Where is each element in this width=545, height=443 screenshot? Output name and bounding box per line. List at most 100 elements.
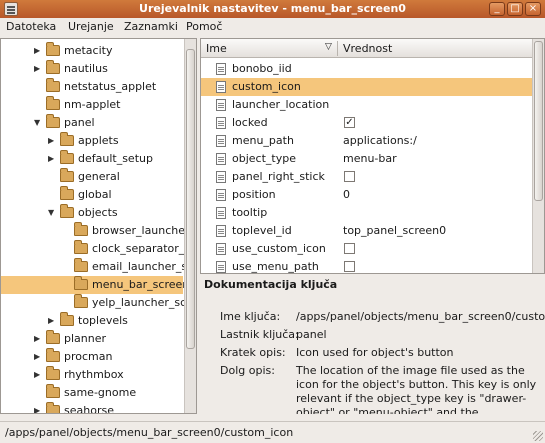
collapse-arrow-icon[interactable]: ▼ bbox=[48, 208, 57, 217]
tree-item-yelp-launcher[interactable]: yelp_launcher_scr bbox=[1, 294, 191, 312]
tree-item-label: same-gnome bbox=[64, 386, 137, 399]
expand-arrow-icon[interactable]: ▶ bbox=[34, 406, 43, 413]
tree-item-browser-launcher[interactable]: browser_launcher_ bbox=[1, 222, 195, 240]
tree-item-netstatus-applet[interactable]: netstatus_applet bbox=[1, 78, 183, 96]
tree-item-same-gnome[interactable]: same-gnome bbox=[1, 384, 183, 402]
long-desc-value: The location of the image file used as t… bbox=[296, 364, 537, 414]
tree-item-label: rhythmbox bbox=[64, 368, 124, 381]
tree-item-planner[interactable]: ▶ planner bbox=[1, 330, 183, 348]
sort-arrow-icon: ▽ bbox=[325, 42, 332, 52]
minimize-button[interactable]: _ bbox=[489, 2, 505, 16]
tree-scrollbar[interactable] bbox=[184, 39, 196, 413]
column-header-name[interactable]: Ime bbox=[206, 42, 227, 55]
key-row-locked[interactable]: locked ✓ bbox=[201, 114, 532, 132]
boolean-key-icon bbox=[216, 117, 226, 129]
key-value[interactable]: top_panel_screen0 bbox=[343, 224, 446, 237]
text-key-icon bbox=[216, 207, 226, 219]
tree-item-nm-applet[interactable]: nm-applet bbox=[1, 96, 183, 114]
use-custom-icon-checkbox[interactable] bbox=[344, 243, 355, 254]
menu-datoteka[interactable]: Datoteka bbox=[6, 20, 56, 33]
tree-item-label: default_setup bbox=[78, 152, 153, 165]
use-menu-path-checkbox[interactable] bbox=[344, 261, 355, 272]
title-bar[interactable]: Urejevalnik nastavitev - menu_bar_screen… bbox=[0, 0, 545, 18]
folder-icon bbox=[74, 240, 88, 254]
tree-item-email-launcher[interactable]: email_launcher_sc bbox=[1, 258, 193, 276]
tree-item-objects[interactable]: ▼ objects bbox=[1, 204, 183, 222]
key-value[interactable]: menu-bar bbox=[343, 152, 397, 165]
folder-icon bbox=[46, 330, 60, 344]
key-row-toplevel-id[interactable]: toplevel_id top_panel_screen0 bbox=[201, 222, 532, 240]
folder-icon bbox=[46, 60, 60, 74]
tree-item-toplevels[interactable]: ▶ toplevels bbox=[1, 312, 183, 330]
folder-open-icon bbox=[60, 204, 74, 218]
key-row-launcher-location[interactable]: launcher_location bbox=[201, 96, 532, 114]
folder-icon bbox=[46, 42, 60, 56]
list-scrollbar[interactable] bbox=[532, 39, 544, 273]
key-list[interactable]: Ime ▽ Vrednost bonobo_iid custom_icon la… bbox=[200, 38, 545, 274]
menu-bar: Datoteka Urejanje Zaznamki Pomoč bbox=[0, 18, 545, 36]
tree-item-menu-bar-screen0[interactable]: menu_bar_screen bbox=[1, 276, 189, 294]
tree-item-clock-separator[interactable]: clock_separator_s bbox=[1, 240, 190, 258]
tree-item-label: nautilus bbox=[64, 62, 108, 75]
panel-right-stick-checkbox[interactable] bbox=[344, 171, 355, 182]
expand-arrow-icon[interactable]: ▶ bbox=[48, 154, 57, 163]
menu-pomoc[interactable]: Pomoč bbox=[186, 20, 222, 33]
short-desc-value: Icon used for object's button bbox=[296, 346, 454, 359]
tree-item-default-setup[interactable]: ▶ default_setup bbox=[1, 150, 183, 168]
key-row-menu-path[interactable]: menu_path applications:/ bbox=[201, 132, 532, 150]
key-name: use_menu_path bbox=[232, 260, 319, 273]
list-header: Ime ▽ Vrednost bbox=[201, 39, 532, 58]
key-row-bonobo-iid[interactable]: bonobo_iid bbox=[201, 60, 532, 78]
key-row-use-menu-path[interactable]: use_menu_path bbox=[201, 258, 532, 273]
key-row-position[interactable]: position 0 bbox=[201, 186, 532, 204]
key-name: use_custom_icon bbox=[232, 242, 326, 255]
status-bar: /apps/panel/objects/menu_bar_screen0/cus… bbox=[0, 421, 545, 443]
menu-zaznamki[interactable]: Zaznamki bbox=[124, 20, 178, 33]
key-value[interactable]: 0 bbox=[343, 188, 350, 201]
expand-arrow-icon[interactable]: ▶ bbox=[34, 370, 43, 379]
key-row-object-type[interactable]: object_type menu-bar bbox=[201, 150, 532, 168]
tree-scrollbar-thumb[interactable] bbox=[186, 49, 195, 349]
tree-item-applets[interactable]: ▶ applets bbox=[1, 132, 183, 150]
key-row-panel-right-stick[interactable]: panel_right_stick bbox=[201, 168, 532, 186]
tree-item-procman[interactable]: ▶ procman bbox=[1, 348, 183, 366]
tree-item-panel[interactable]: ▼ panel bbox=[1, 114, 183, 132]
expand-arrow-icon[interactable]: ▶ bbox=[34, 46, 43, 55]
expand-arrow-icon[interactable]: ▶ bbox=[48, 316, 57, 325]
tree-item-global[interactable]: global bbox=[1, 186, 183, 204]
list-scrollbar-thumb[interactable] bbox=[534, 41, 543, 201]
column-header-value[interactable]: Vrednost bbox=[343, 42, 392, 55]
locked-checkbox[interactable]: ✓ bbox=[344, 117, 355, 128]
boolean-key-icon bbox=[216, 243, 226, 255]
tree-item-nautilus[interactable]: ▶ nautilus bbox=[1, 60, 183, 78]
maximize-button[interactable]: □ bbox=[507, 2, 523, 16]
key-tree[interactable]: ▶ metacity ▶ nautilus netstatus_applet n… bbox=[0, 38, 197, 414]
folder-icon bbox=[74, 222, 88, 236]
menu-urejanje[interactable]: Urejanje bbox=[68, 20, 114, 33]
folder-icon bbox=[60, 186, 74, 200]
expand-arrow-icon[interactable]: ▶ bbox=[48, 136, 57, 145]
text-key-icon bbox=[216, 225, 226, 237]
expand-arrow-icon[interactable]: ▶ bbox=[34, 352, 43, 361]
key-name: object_type bbox=[232, 152, 296, 165]
expand-arrow-icon[interactable]: ▶ bbox=[34, 334, 43, 343]
close-button[interactable]: × bbox=[525, 2, 541, 16]
folder-icon bbox=[60, 150, 74, 164]
folder-icon bbox=[46, 348, 60, 362]
tree-item-rhythmbox[interactable]: ▶ rhythmbox bbox=[1, 366, 183, 384]
expand-arrow-icon[interactable]: ▶ bbox=[34, 64, 43, 73]
key-value[interactable]: applications:/ bbox=[343, 134, 417, 147]
tree-item-general[interactable]: general bbox=[1, 168, 183, 186]
key-row-tooltip[interactable]: tooltip bbox=[201, 204, 532, 222]
column-separator[interactable] bbox=[337, 41, 338, 56]
integer-key-icon bbox=[216, 189, 226, 201]
key-row-custom-icon[interactable]: custom_icon bbox=[201, 78, 532, 96]
tree-item-seahorse[interactable]: ▶ seahorse bbox=[1, 402, 183, 413]
key-row-use-custom-icon[interactable]: use_custom_icon bbox=[201, 240, 532, 258]
tree-item-label: browser_launcher_ bbox=[92, 224, 196, 237]
tree-item-metacity[interactable]: ▶ metacity bbox=[1, 42, 183, 60]
folder-icon bbox=[46, 366, 60, 380]
collapse-arrow-icon[interactable]: ▼ bbox=[34, 118, 43, 127]
resize-grip-icon[interactable] bbox=[533, 431, 543, 441]
key-name: launcher_location bbox=[232, 98, 330, 111]
